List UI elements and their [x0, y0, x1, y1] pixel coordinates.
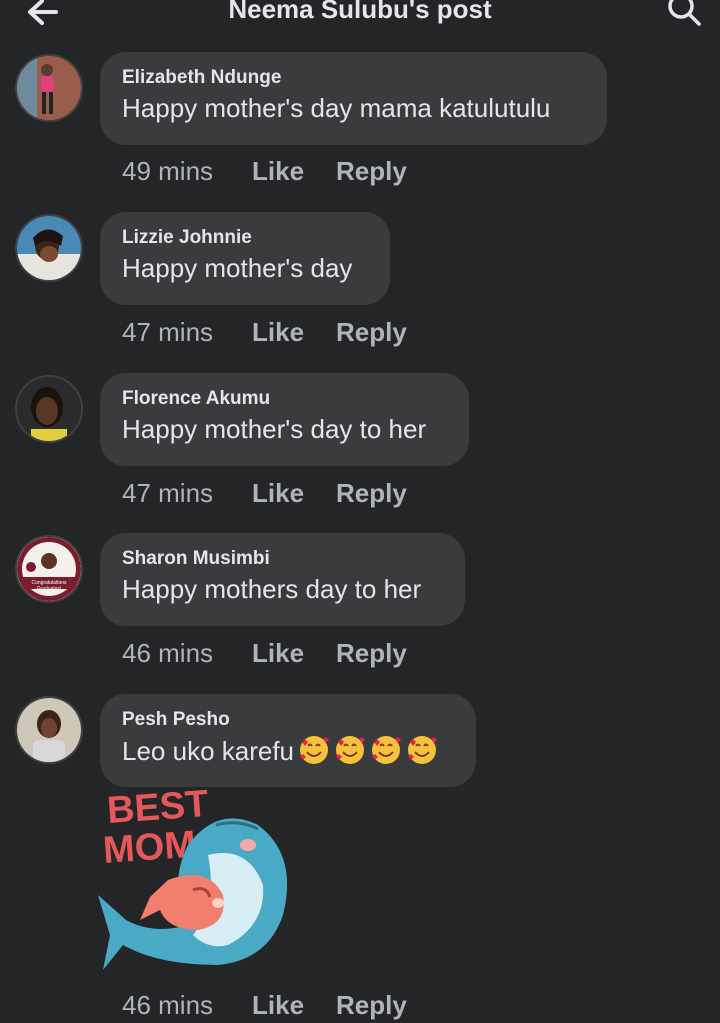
comment-actions: 47 mins Like Reply: [122, 317, 407, 348]
comment-time: 47 mins: [122, 478, 214, 508]
comment-author[interactable]: Pesh Pesho: [122, 708, 454, 732]
search-icon[interactable]: [666, 0, 702, 28]
comment-text: Leo uko karefu: [122, 734, 454, 767]
comment-author[interactable]: Florence Akumu: [122, 387, 447, 411]
avatar-image: [17, 377, 81, 441]
comment-bubble[interactable]: Florence Akumu Happy mother's day to her: [100, 373, 469, 466]
avatar[interactable]: [15, 375, 83, 443]
comment-text: Happy mother's day to her: [122, 414, 427, 444]
like-button[interactable]: Like: [252, 478, 336, 509]
avatar-image: [17, 56, 81, 120]
comment-time: 49 mins: [122, 156, 214, 186]
avatar[interactable]: Congratulations Graduates!: [15, 535, 83, 603]
reply-button[interactable]: Reply: [336, 156, 407, 187]
comment-actions: 46 mins Like Reply: [122, 638, 407, 669]
avatar-image: [17, 698, 81, 762]
avatar-image: [17, 216, 81, 280]
avatar-caption: Congratulations Graduates!: [31, 580, 67, 592]
comment-text: Happy mothers day to her: [122, 574, 422, 604]
reply-button[interactable]: Reply: [336, 317, 407, 348]
comment-author[interactable]: Lizzie Johnnie: [122, 226, 368, 250]
comment-author[interactable]: Sharon Musimbi: [122, 547, 443, 571]
comment-text: Happy mother's day mama katulutulu: [122, 93, 551, 123]
reply-button[interactable]: Reply: [336, 638, 407, 669]
comment-time: 47 mins: [122, 317, 214, 347]
reply-button[interactable]: Reply: [336, 478, 407, 509]
comment-text-content: Leo uko karefu: [122, 736, 295, 766]
avatar[interactable]: [15, 54, 83, 122]
smiling-face-with-hearts-icon: [408, 736, 438, 764]
comment-bubble[interactable]: Lizzie Johnnie Happy mother's day: [100, 212, 390, 305]
avatar[interactable]: [15, 696, 83, 764]
comment-bubble[interactable]: Sharon Musimbi Happy mothers day to her: [100, 533, 465, 626]
comment-bubble[interactable]: Pesh Pesho Leo uko karefu: [100, 694, 476, 787]
like-button[interactable]: Like: [252, 317, 336, 348]
smiling-face-with-hearts-icon: [372, 736, 402, 764]
comment-author[interactable]: Elizabeth Ndunge: [122, 66, 585, 90]
smiling-face-with-hearts-icon: [336, 736, 366, 764]
like-button[interactable]: Like: [252, 638, 336, 669]
smiling-face-with-hearts-icon: [300, 736, 330, 764]
dolphin-hug-sticker[interactable]: BEST MOM: [98, 785, 298, 985]
top-bar: Neema Sulubu's post: [0, 0, 720, 34]
avatar[interactable]: [15, 214, 83, 282]
comment-time: 46 mins: [122, 990, 214, 1020]
comment-time: 46 mins: [122, 638, 214, 668]
comment-text: Happy mother's day: [122, 253, 353, 283]
like-button[interactable]: Like: [252, 156, 336, 187]
comment-actions: 47 mins Like Reply: [122, 478, 407, 509]
like-button[interactable]: Like: [252, 990, 336, 1021]
page-title: Neema Sulubu's post: [228, 0, 492, 24]
comment-actions: 46 mins Like Reply: [122, 990, 407, 1021]
comment-actions: 49 mins Like Reply: [122, 156, 407, 187]
reply-button[interactable]: Reply: [336, 990, 407, 1021]
comment-bubble[interactable]: Elizabeth Ndunge Happy mother's day mama…: [100, 52, 607, 145]
